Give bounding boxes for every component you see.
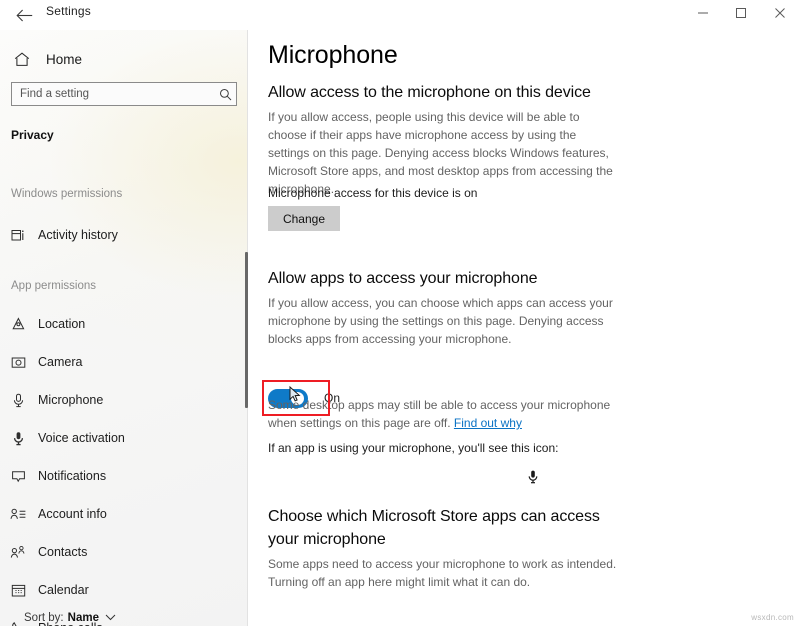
sidebar-item-activity-history[interactable]: Activity history: [4, 221, 244, 249]
sidebar: Home Privacy Windows permissions: [0, 30, 248, 626]
account-info-icon: [4, 507, 32, 522]
sidebar-item-home[interactable]: Home: [10, 46, 82, 72]
watermark: wsxdn.com: [751, 613, 794, 622]
sidebar-item-label: Voice activation: [38, 431, 125, 445]
back-arrow-icon: [15, 9, 33, 22]
sidebar-section-title: Privacy: [11, 128, 54, 142]
sort-by-label: Sort by:: [24, 612, 64, 624]
sidebar-item-location[interactable]: Location: [4, 310, 244, 338]
sidebar-item-label: Microphone: [38, 393, 104, 407]
sidebar-group-windows-permissions: Windows permissions: [11, 188, 123, 200]
camera-icon: [4, 355, 32, 370]
sort-by-dropdown[interactable]: Sort by: Name: [24, 612, 116, 624]
store-apps-heading: Choose which Microsoft Store apps can ac…: [268, 508, 600, 548]
app-title: Settings: [46, 4, 91, 18]
search-input[interactable]: [12, 83, 214, 105]
sidebar-group-app-permissions: App permissions: [11, 280, 97, 292]
sidebar-item-account-info[interactable]: Account info: [4, 500, 244, 528]
search-icon: [214, 88, 236, 101]
page-title: Microphone: [268, 41, 398, 69]
main-content: Microphone Allow access to the microphon…: [248, 30, 800, 626]
activity-history-icon: [4, 228, 32, 243]
change-button[interactable]: Change: [268, 206, 340, 231]
close-button[interactable]: [760, 0, 800, 30]
contacts-icon: [4, 545, 32, 560]
voice-activation-icon: [4, 431, 32, 446]
calendar-icon: [4, 583, 32, 598]
window-controls: [684, 0, 800, 30]
location-pin-icon: [4, 316, 32, 332]
minimize-icon: [697, 6, 709, 24]
store-apps-description: Some apps need to access your microphone…: [268, 557, 617, 589]
sidebar-item-label: Activity history: [38, 228, 118, 242]
home-label: Home: [46, 51, 83, 67]
sidebar-item-label: Calendar: [38, 583, 89, 597]
minimize-button[interactable]: [684, 0, 722, 30]
find-out-why-link[interactable]: Find out why: [454, 416, 522, 430]
desktop-apps-note-text: Some desktop apps may still be able to a…: [268, 398, 611, 430]
sidebar-item-label: Camera: [38, 355, 83, 369]
chevron-down-icon: [105, 612, 116, 624]
maximize-icon: [735, 6, 747, 24]
title-bar: Settings: [0, 0, 800, 30]
sidebar-item-camera[interactable]: Camera: [4, 348, 244, 376]
sidebar-item-notifications[interactable]: Notifications: [4, 462, 244, 490]
settings-window: Settings Home Find a setting Privacy Win…: [0, 0, 800, 626]
search-box[interactable]: [11, 82, 237, 106]
apps-access-heading: Allow apps to access your microphone: [268, 270, 538, 287]
sidebar-item-label: Account info: [38, 507, 107, 521]
sidebar-item-label: Location: [38, 317, 86, 331]
notification-icon: [4, 469, 32, 484]
home-icon: [10, 52, 34, 67]
sidebar-item-calendar[interactable]: Calendar: [4, 576, 244, 604]
sort-by-value: Name: [67, 612, 99, 624]
device-access-description: If you allow access, people using this d…: [268, 110, 613, 196]
microphone-icon: [4, 393, 32, 408]
sidebar-item-label: Notifications: [38, 469, 107, 483]
back-button[interactable]: [10, 2, 38, 28]
icon-note-text: If an app is using your microphone, you'…: [268, 441, 559, 455]
close-icon: [774, 6, 786, 24]
device-access-status: Microphone access for this device is on: [268, 186, 478, 200]
device-access-heading: Allow access to the microphone on this d…: [268, 84, 591, 101]
sidebar-item-voice-activation[interactable]: Voice activation: [4, 424, 244, 452]
apps-access-description: If you allow access, you can choose whic…: [268, 296, 613, 346]
maximize-button[interactable]: [722, 0, 760, 30]
desktop-apps-note: Some desktop apps may still be able to a…: [268, 396, 618, 432]
sidebar-item-label: Contacts: [38, 545, 88, 559]
microphone-icon: [528, 470, 538, 489]
sidebar-item-contacts[interactable]: Contacts: [4, 538, 244, 566]
sidebar-item-microphone[interactable]: Microphone: [4, 386, 244, 414]
